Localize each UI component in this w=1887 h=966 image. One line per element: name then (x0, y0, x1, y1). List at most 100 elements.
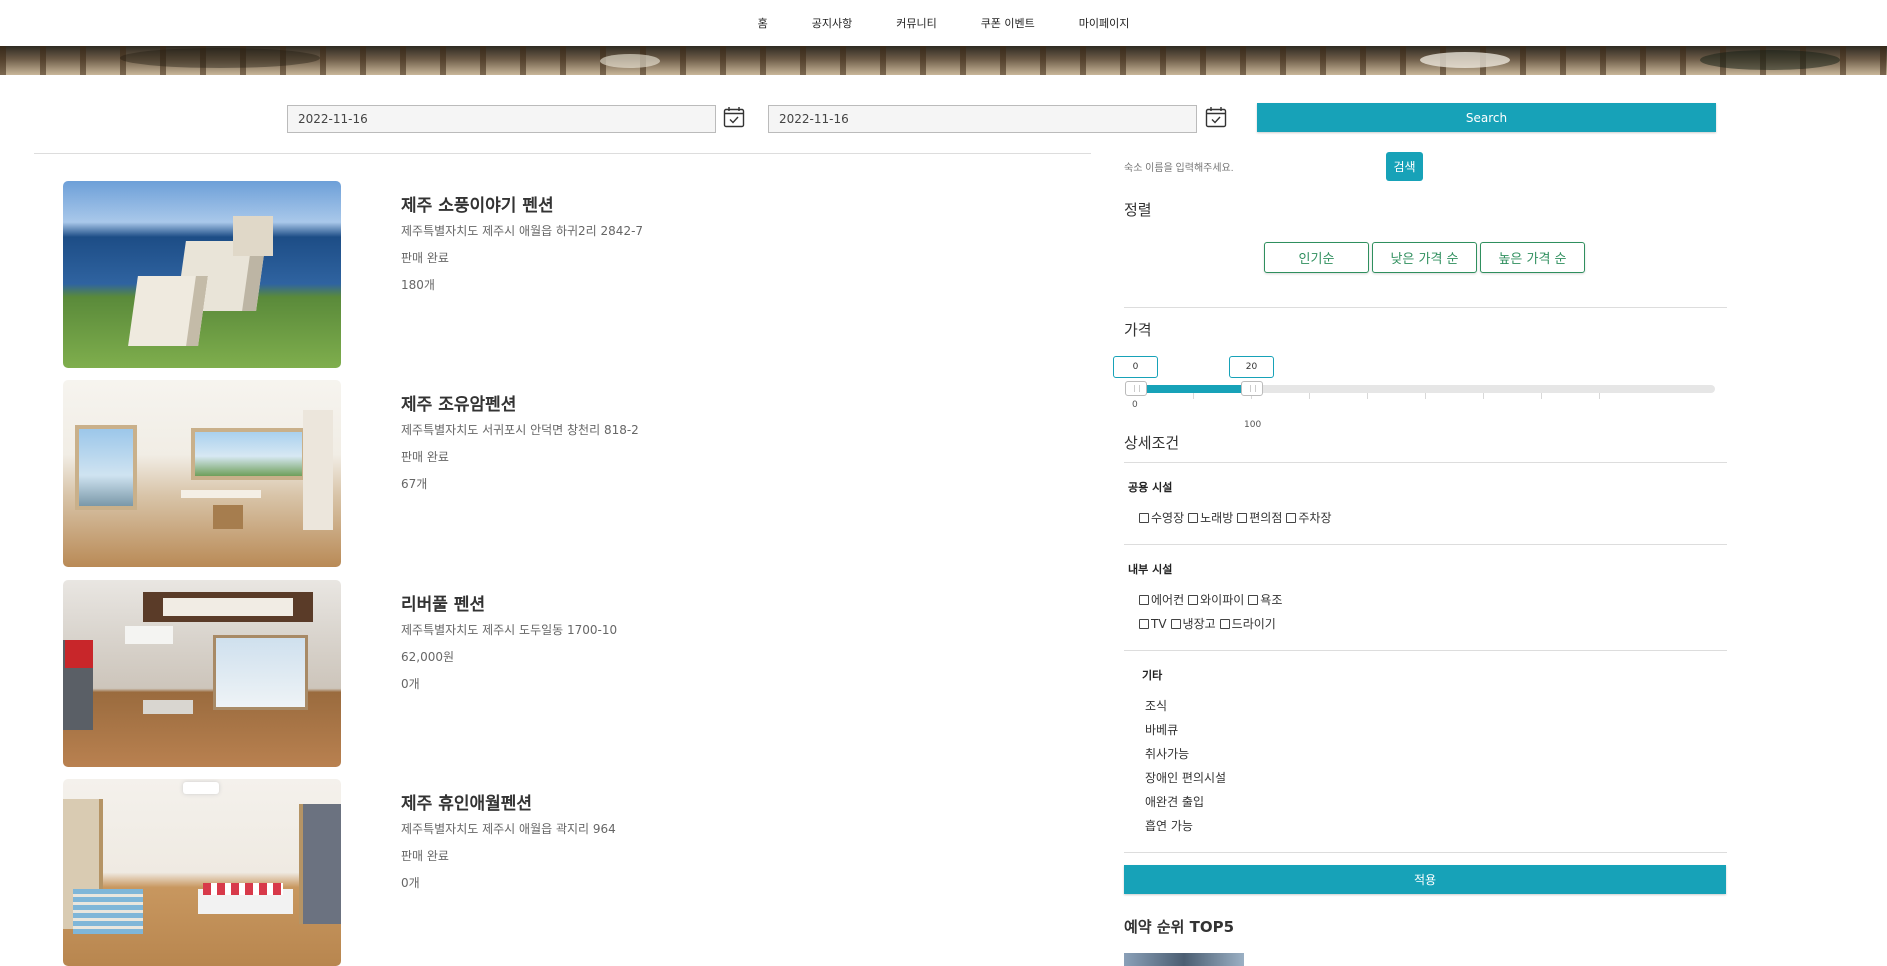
checkbox-parking[interactable]: 주차장 (1286, 509, 1332, 526)
hero-banner-image (0, 46, 1887, 75)
inner-facilities-options-row1: 에어컨 와이파이 욕조 (1139, 591, 1282, 608)
checkbox-label: 욕조 (1260, 593, 1283, 607)
checkbox-box[interactable] (1219, 618, 1230, 629)
listing-price: 판매 완료 (401, 450, 449, 464)
checkbox-aircon[interactable]: 에어컨 (1139, 591, 1184, 608)
listing-photo[interactable] (63, 779, 341, 966)
nav-home[interactable]: 홈 (758, 15, 768, 31)
checkbox-convenience-store[interactable]: 편의점 (1237, 509, 1282, 526)
listing-item[interactable]: 리버풀 펜션 제주특별자치도 제주시 도두일동 1700-10 62,000원 … (63, 580, 1063, 767)
listing-name[interactable]: 제주 휴인애월펜션 (401, 789, 532, 814)
nav-community[interactable]: 커뮤니티 (896, 15, 936, 31)
checkbox-pool[interactable]: 수영장 (1139, 509, 1184, 526)
listing-name[interactable]: 제주 소풍이야기 펜션 (401, 191, 554, 216)
checkbox-box[interactable] (1286, 512, 1297, 523)
range-tick (1193, 393, 1194, 399)
nav-mypage[interactable]: 마이페이지 (1079, 15, 1130, 31)
keyword-search-input[interactable] (1124, 158, 1374, 178)
nav-coupon-event[interactable]: 쿠폰 이벤트 (981, 15, 1035, 31)
listing-price: 판매 완료 (401, 251, 449, 265)
checkbox-label: 조식 (1145, 699, 1168, 713)
calendar-check-icon[interactable] (723, 106, 745, 128)
checkbox-accessibility[interactable]: 장애인 편의시설 (1141, 769, 1226, 786)
nav-notice[interactable]: 공지사항 (812, 15, 852, 31)
listing-address: 제주특별자치도 서귀포시 안덕면 창천리 818-2 (401, 423, 639, 437)
listing-photo[interactable] (63, 380, 341, 567)
listing-photo[interactable] (63, 580, 341, 767)
listing-price: 판매 완료 (401, 849, 449, 863)
checkbox-box[interactable] (1170, 618, 1181, 629)
checkbox-label: 주차장 (1298, 511, 1332, 525)
checkbox-box[interactable] (1139, 618, 1149, 629)
checkbox-box[interactable] (1188, 512, 1199, 523)
listing-item[interactable]: 제주 조유암펜션 제주특별자치도 서귀포시 안덕면 창천리 818-2 판매 완… (63, 380, 1063, 567)
sort-popular-button[interactable]: 인기순 (1264, 242, 1369, 273)
checkbox-label: 노래방 (1200, 511, 1234, 525)
sort-title: 정렬 (1124, 201, 1152, 219)
detail-title: 상세조건 (1124, 434, 1180, 452)
search-button[interactable]: Search (1257, 103, 1716, 132)
checkbox-breakfast[interactable]: 조식 (1141, 697, 1167, 714)
checkbox-label: 취사가능 (1145, 747, 1190, 761)
checkbox-label: 장애인 편의시설 (1145, 771, 1227, 785)
calendar-check-icon[interactable] (1205, 106, 1227, 128)
range-max-label: 100 (1244, 420, 1262, 430)
listing-price: 62,000원 (401, 650, 455, 664)
checkout-date-input[interactable]: 2022-11-16 (768, 105, 1197, 133)
price-max-input[interactable]: 20 (1229, 356, 1274, 378)
checkbox-pets[interactable]: 애완견 출입 (1141, 793, 1204, 810)
price-range-fill (1131, 385, 1252, 393)
checkbox-label: 냉장고 (1182, 617, 1216, 631)
sort-high-price-button[interactable]: 높은 가격 순 (1480, 242, 1585, 273)
checkbox-cooking[interactable]: 취사가능 (1141, 745, 1189, 762)
checkbox-wifi[interactable]: 와이파이 (1188, 591, 1244, 608)
etc-title: 기타 (1142, 669, 1163, 682)
price-title: 가격 (1124, 321, 1152, 339)
price-max-handle[interactable] (1241, 381, 1263, 396)
checkbox-label: 애완견 출입 (1145, 795, 1205, 809)
checkbox-tv[interactable]: TV (1139, 617, 1167, 631)
checkbox-karaoke[interactable]: 노래방 (1188, 509, 1233, 526)
checkbox-box[interactable] (1248, 594, 1259, 605)
checkbox-box[interactable] (1139, 512, 1149, 523)
range-tick (1309, 393, 1310, 399)
listing-item[interactable]: 제주 휴인애월펜션 제주특별자치도 제주시 애월읍 곽지리 964 판매 완료 … (63, 779, 1063, 966)
range-min-label: 0 (1132, 400, 1138, 410)
listing-name[interactable]: 리버풀 펜션 (401, 590, 485, 615)
range-tick (1541, 393, 1542, 399)
shared-facilities-options: 수영장 노래방 편의점 주차장 (1139, 509, 1332, 526)
listing-address: 제주특별자치도 제주시 애월읍 하귀2리 2842-7 (401, 224, 644, 238)
inner-facilities-title: 내부 시설 (1128, 563, 1173, 576)
checkbox-bbq[interactable]: 바베큐 (1141, 721, 1178, 738)
listing-count: 0개 (401, 876, 420, 890)
divider (1124, 852, 1727, 853)
apply-filters-button[interactable]: 적용 (1124, 865, 1726, 894)
inner-facilities-options-row2: TV 냉장고 드라이기 (1139, 615, 1276, 632)
listing-name[interactable]: 제주 조유암펜션 (401, 390, 516, 415)
checkbox-box[interactable] (1139, 594, 1149, 605)
divider (1124, 544, 1727, 545)
shared-facilities-title: 공용 시설 (1128, 481, 1173, 494)
checkbox-smoking[interactable]: 흡연 가능 (1141, 817, 1193, 834)
checkbox-label: 드라이기 (1231, 617, 1276, 631)
price-min-handle[interactable] (1125, 381, 1147, 396)
checkbox-box[interactable] (1237, 512, 1248, 523)
checkbox-hairdryer[interactable]: 드라이기 (1219, 615, 1276, 632)
price-min-input[interactable]: 0 (1113, 356, 1158, 378)
checkbox-fridge[interactable]: 냉장고 (1170, 615, 1216, 632)
sort-low-price-button[interactable]: 낮은 가격 순 (1372, 242, 1477, 273)
checkin-date-input[interactable]: 2022-11-16 (287, 105, 716, 133)
checkbox-bathtub[interactable]: 욕조 (1248, 591, 1282, 608)
listing-count: 67개 (401, 477, 428, 491)
keyword-search-button[interactable]: 검색 (1386, 152, 1423, 181)
checkbox-label: 에어컨 (1151, 593, 1185, 607)
listing-photo[interactable] (63, 181, 341, 368)
top5-thumbnail[interactable] (1124, 953, 1244, 966)
checkbox-label: 바베큐 (1145, 723, 1179, 737)
listing-item[interactable]: 제주 소풍이야기 펜션 제주특별자치도 제주시 애월읍 하귀2리 2842-7 … (63, 181, 1063, 368)
checkbox-box[interactable] (1188, 594, 1199, 605)
checkbox-label: 흡연 가능 (1145, 819, 1193, 833)
top5-title: 예약 순위 TOP5 (1124, 918, 1235, 936)
listing-count: 0개 (401, 677, 420, 691)
checkbox-label: 와이파이 (1200, 593, 1245, 607)
